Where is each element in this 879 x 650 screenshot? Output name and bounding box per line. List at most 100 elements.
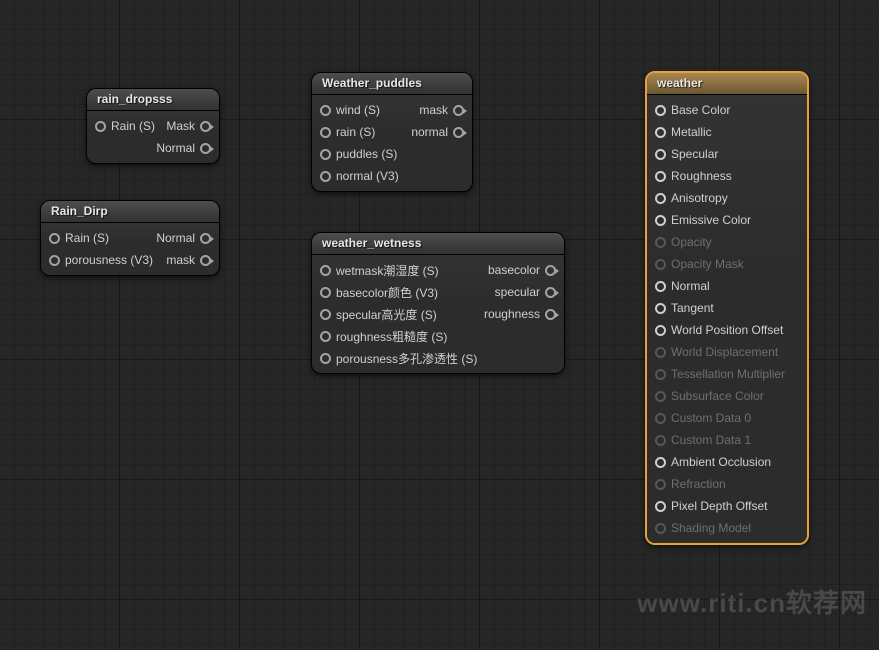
pin-row: Ambient Occlusion bbox=[647, 451, 807, 473]
pin-label: Refraction bbox=[671, 477, 726, 491]
node-title[interactable]: Rain_Dirp bbox=[41, 201, 219, 223]
pin-label: Ambient Occlusion bbox=[671, 455, 771, 469]
input-pin-icon[interactable] bbox=[655, 523, 666, 534]
pin-row: Refraction bbox=[647, 473, 807, 495]
output-pin-icon[interactable] bbox=[200, 143, 211, 154]
output-pin-icon[interactable] bbox=[200, 121, 211, 132]
input-pin-icon[interactable] bbox=[655, 105, 666, 116]
pin-row: Specular bbox=[647, 143, 807, 165]
input-pin-icon[interactable] bbox=[655, 215, 666, 226]
pin-row: Tessellation Multiplier bbox=[647, 363, 807, 385]
pin-label: normal bbox=[411, 125, 448, 139]
pin-label: basecolor颜色 (V3) bbox=[336, 284, 438, 301]
pin-label: Custom Data 0 bbox=[671, 411, 751, 425]
input-pin-icon[interactable] bbox=[655, 325, 666, 336]
input-pin-icon[interactable] bbox=[320, 171, 331, 182]
output-pin-icon[interactable] bbox=[545, 287, 556, 298]
pin-label: mask bbox=[419, 103, 448, 117]
pin-label: Opacity Mask bbox=[671, 257, 744, 271]
input-pin-icon[interactable] bbox=[320, 149, 331, 160]
pin-row: porousness多孔渗透性 (S) bbox=[312, 347, 564, 369]
pin-row: Metallic bbox=[647, 121, 807, 143]
output-pin-icon[interactable] bbox=[453, 105, 464, 116]
input-pin-icon[interactable] bbox=[655, 237, 666, 248]
node-weather-puddles[interactable]: Weather_puddles wind (S) mask rain (S) n… bbox=[311, 72, 473, 192]
pin-label: Tessellation Multiplier bbox=[671, 367, 785, 381]
watermark-text: www.riti.cn软荐网 bbox=[637, 583, 867, 620]
pin-row: Rain (S) Normal bbox=[41, 227, 219, 249]
pin-label: Roughness bbox=[671, 169, 732, 183]
pin-row: specular高光度 (S) roughness bbox=[312, 303, 564, 325]
input-pin-icon[interactable] bbox=[655, 391, 666, 402]
input-pin-icon[interactable] bbox=[655, 171, 666, 182]
output-pin-icon[interactable] bbox=[545, 265, 556, 276]
node-rain-dirp[interactable]: Rain_Dirp Rain (S) Normal porousness (V3… bbox=[40, 200, 220, 276]
node-title[interactable]: rain_dropsss bbox=[87, 89, 219, 111]
pin-row: normal (V3) bbox=[312, 165, 472, 187]
pin-row: Pixel Depth Offset bbox=[647, 495, 807, 517]
node-body: wind (S) mask rain (S) normal puddles (S… bbox=[312, 95, 472, 191]
output-pin-icon[interactable] bbox=[545, 309, 556, 320]
pin-row: Normal bbox=[87, 137, 219, 159]
node-body: Base ColorMetallicSpecular Roughness Aniso… bbox=[647, 95, 807, 543]
pin-row: basecolor颜色 (V3) specular bbox=[312, 281, 564, 303]
node-title[interactable]: weather_wetness bbox=[312, 233, 564, 255]
input-pin-icon[interactable] bbox=[655, 501, 666, 512]
input-pin-icon[interactable] bbox=[655, 281, 666, 292]
pin-row: Subsurface Color bbox=[647, 385, 807, 407]
pin-label: porousness多孔渗透性 (S) bbox=[336, 350, 477, 367]
input-pin-icon[interactable] bbox=[655, 347, 666, 358]
input-pin-icon[interactable] bbox=[49, 255, 60, 266]
input-pin-icon[interactable] bbox=[320, 309, 331, 320]
input-pin-icon[interactable] bbox=[655, 369, 666, 380]
input-pin-icon[interactable] bbox=[320, 287, 331, 298]
input-pin-icon[interactable] bbox=[655, 259, 666, 270]
input-pin-icon[interactable] bbox=[655, 127, 666, 138]
pin-label: wind (S) bbox=[336, 103, 380, 117]
input-pin-icon[interactable] bbox=[655, 457, 666, 468]
pin-row: Rain (S) Mask bbox=[87, 115, 219, 137]
pin-label: rain (S) bbox=[336, 125, 375, 139]
pin-row: Anisotropy bbox=[647, 187, 807, 209]
input-pin-icon[interactable] bbox=[655, 435, 666, 446]
pin-row: Base Color bbox=[647, 99, 807, 121]
node-weather[interactable]: weather Base ColorMetallicSpecular Roughn… bbox=[645, 71, 809, 545]
pin-label: wetmask潮湿度 (S) bbox=[336, 262, 439, 279]
node-rain-dropsss[interactable]: rain_dropsss Rain (S) Mask Normal bbox=[86, 88, 220, 164]
pin-label: Normal bbox=[156, 231, 195, 245]
input-pin-icon[interactable] bbox=[655, 413, 666, 424]
input-pin-icon[interactable] bbox=[655, 149, 666, 160]
pin-label: specular bbox=[495, 285, 540, 299]
pin-label: Pixel Depth Offset bbox=[671, 499, 768, 513]
input-pin-icon[interactable] bbox=[655, 479, 666, 490]
output-pin-icon[interactable] bbox=[453, 127, 464, 138]
input-pin-icon[interactable] bbox=[320, 265, 331, 276]
pin-label: Custom Data 1 bbox=[671, 433, 751, 447]
pin-row: puddles (S) bbox=[312, 143, 472, 165]
input-pin-icon[interactable] bbox=[320, 331, 331, 342]
node-weather-wetness[interactable]: weather_wetness wetmask潮湿度 (S) basecolor… bbox=[311, 232, 565, 374]
input-pin-icon[interactable] bbox=[320, 127, 331, 138]
pin-label: Shading Model bbox=[671, 521, 751, 535]
input-pin-icon[interactable] bbox=[95, 121, 106, 132]
pin-label: puddles (S) bbox=[336, 147, 397, 161]
pin-label: Normal bbox=[156, 141, 195, 155]
input-pin-icon[interactable] bbox=[320, 105, 331, 116]
pin-label: roughness bbox=[484, 307, 540, 321]
node-title[interactable]: weather bbox=[647, 73, 807, 95]
node-body: Rain (S) Normal porousness (V3) mask bbox=[41, 223, 219, 275]
pin-row: Roughness bbox=[647, 165, 807, 187]
input-pin-icon[interactable] bbox=[320, 353, 331, 364]
node-title[interactable]: Weather_puddles bbox=[312, 73, 472, 95]
pin-label: Opacity bbox=[671, 235, 712, 249]
output-pin-icon[interactable] bbox=[200, 233, 211, 244]
input-pin-icon[interactable] bbox=[49, 233, 60, 244]
output-pin-icon[interactable] bbox=[200, 255, 211, 266]
pin-row: porousness (V3) mask bbox=[41, 249, 219, 271]
input-pin-icon[interactable] bbox=[655, 303, 666, 314]
pin-row: Opacity bbox=[647, 231, 807, 253]
input-pin-icon[interactable] bbox=[655, 193, 666, 204]
pin-row: wetmask潮湿度 (S) basecolor bbox=[312, 259, 564, 281]
pin-row: World Position Offset bbox=[647, 319, 807, 341]
pin-row: wind (S) mask bbox=[312, 99, 472, 121]
